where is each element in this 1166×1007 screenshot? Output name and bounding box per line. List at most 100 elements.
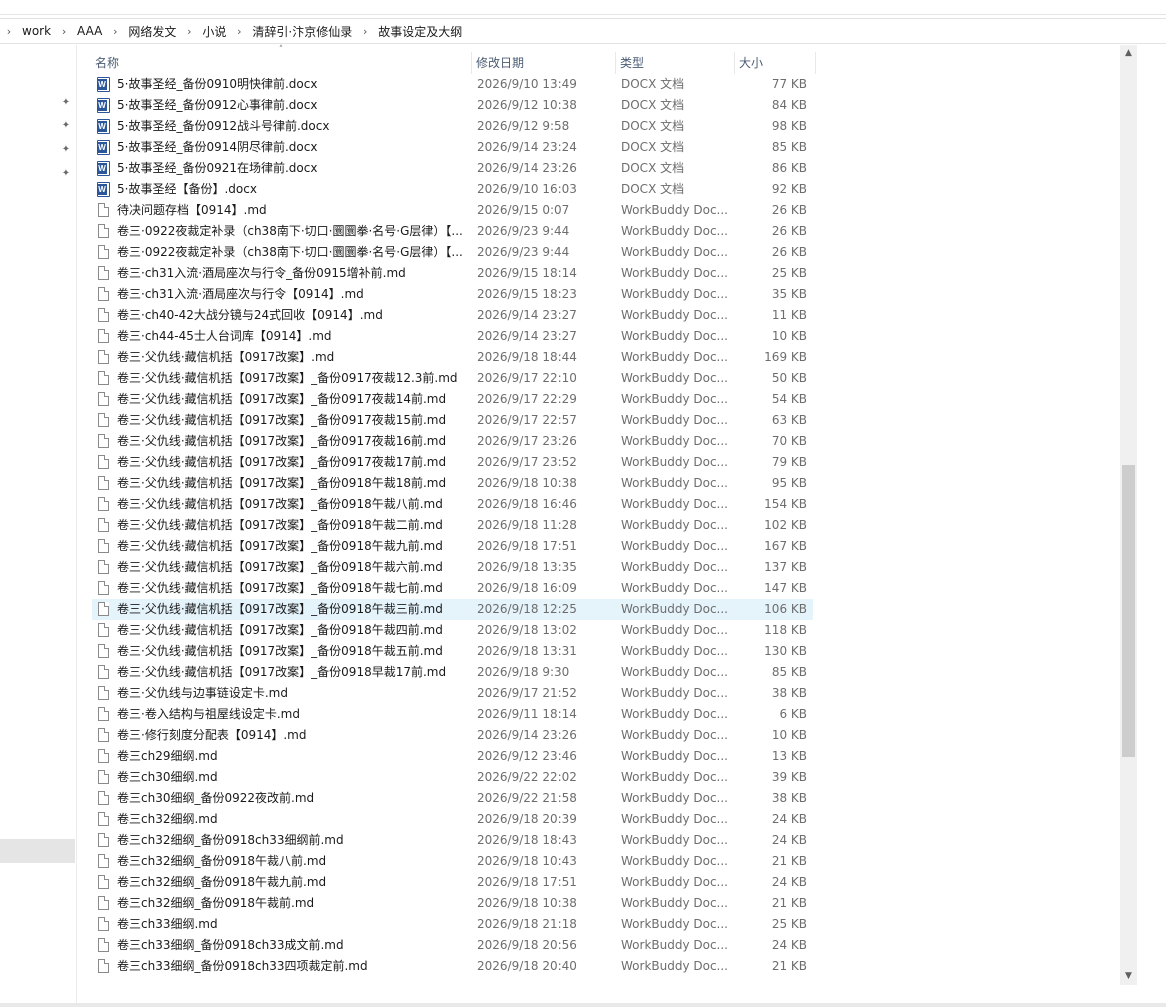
text-document-icon bbox=[97, 809, 112, 830]
file-name: 卷三ch33细纲.md bbox=[117, 917, 218, 931]
file-row[interactable]: 5·故事圣经_备份0914阴尽律前.docx 2026/9/14 23:24 DOC… bbox=[92, 137, 813, 158]
file-row[interactable]: 待决问题存档【0914】.md 2026/9/15 0:07 WorkBuddy D… bbox=[92, 200, 813, 221]
text-document-icon bbox=[97, 410, 112, 431]
file-row[interactable]: 卷三·父仇线·藏信机括【0917改案】_备份0918午裁四前.md 2026/9/… bbox=[92, 620, 813, 641]
file-date: 2026/9/18 17:51 bbox=[477, 875, 577, 889]
text-document-icon bbox=[98, 917, 109, 931]
address-bar[interactable]: › work › AAA › 网络发文 › 小说 › 清辞引·汴京修仙录 › 故事设定及大纲 bbox=[0, 18, 1166, 44]
word-document-icon bbox=[97, 182, 110, 197]
file-name: 卷三ch32细纲.md bbox=[117, 812, 218, 826]
file-row[interactable]: 卷三·父仇线·藏信机括【0917改案】_备份0918午裁九前.md 2026/9/… bbox=[92, 536, 813, 557]
file-row[interactable]: 5·故事圣经_备份0912战斗号律前.docx 2026/9/12 9:58 DOC… bbox=[92, 116, 813, 137]
file-row[interactable]: 卷三·父仇线·藏信机括【0917改案】_备份0918午裁七前.md 2026/9/… bbox=[92, 578, 813, 599]
column-header-size[interactable]: 大小 bbox=[736, 52, 816, 74]
file-date: 2026/9/17 23:52 bbox=[477, 455, 577, 469]
file-row[interactable]: 卷三·父仇线·藏信机括【0917改案】_备份0918午裁六前.md 2026/9/… bbox=[92, 557, 813, 578]
file-date: 2026/9/18 20:40 bbox=[477, 959, 577, 973]
file-row[interactable]: 卷三·0922夜裁定补录（ch38南下·切口·圜圜拳·名号·G层律）【... 20… bbox=[92, 221, 813, 242]
file-row[interactable]: 卷三·父仇线·藏信机括【0917改案】.md 2026/9/18 18:44 Wor… bbox=[92, 347, 813, 368]
file-size: 24 KB bbox=[771, 812, 807, 826]
file-row[interactable]: 5·故事圣经_备份0912心事律前.docx 2026/9/12 10:38 DOC… bbox=[92, 95, 813, 116]
word-document-icon bbox=[97, 98, 110, 113]
file-name: 卷三ch33细纲_备份0918ch33成文前.md bbox=[117, 938, 344, 952]
file-row[interactable]: 卷三·修行刻度分配表【0914】.md 2026/9/14 23:26 WorkBu… bbox=[92, 725, 813, 746]
column-header-name[interactable]: 名称 bbox=[92, 52, 472, 74]
file-row[interactable]: 卷三·父仇线·藏信机括【0917改案】_备份0918早裁17前.md 2026/9… bbox=[92, 662, 813, 683]
chevron-right-icon[interactable]: › bbox=[106, 25, 124, 38]
file-row[interactable]: 5·故事圣经【备份】.docx 2026/9/10 16:03 DOCX 文档 92 … bbox=[92, 179, 813, 200]
file-date: 2026/9/15 0:07 bbox=[477, 203, 570, 217]
file-row[interactable]: 卷三·0922夜裁定补录（ch38南下·切口·圜圜拳·名号·G层律）【... 20… bbox=[92, 242, 813, 263]
file-row[interactable]: 5·故事圣经_备份0910明快律前.docx 2026/9/10 13:49 DOC… bbox=[92, 74, 813, 95]
scroll-up-icon[interactable]: ▲ bbox=[1120, 45, 1137, 62]
file-row[interactable]: 卷三·ch40-42大战分镜与24式回收【0914】.md 2026/9/14 2… bbox=[92, 305, 813, 326]
file-row[interactable]: 卷三ch32细纲_备份0918午裁九前.md 2026/9/18 17:51 Wor… bbox=[92, 872, 813, 893]
breadcrumb-item[interactable]: AAA bbox=[73, 24, 106, 38]
chevron-right-icon[interactable]: › bbox=[55, 25, 73, 38]
text-document-icon bbox=[98, 350, 109, 364]
file-row[interactable]: 卷三ch32细纲_备份0918午裁前.md 2026/9/18 10:38 Work… bbox=[92, 893, 813, 914]
file-date: 2026/9/12 23:46 bbox=[477, 749, 577, 763]
text-document-icon bbox=[97, 578, 112, 599]
column-header-date[interactable]: 修改日期 bbox=[473, 52, 616, 74]
file-row[interactable]: 卷三ch29细纲.md 2026/9/12 23:46 WorkBuddy Doc.… bbox=[92, 746, 813, 767]
word-document-icon bbox=[97, 158, 112, 179]
pin-icon[interactable]: ✦ bbox=[60, 120, 72, 132]
file-row[interactable]: 卷三·父仇线·藏信机括【0917改案】_备份0917夜裁16前.md 2026/9… bbox=[92, 431, 813, 452]
file-name: 5·故事圣经_备份0912战斗号律前.docx bbox=[117, 119, 330, 133]
file-row[interactable]: 卷三ch30细纲.md 2026/9/22 22:02 WorkBuddy Doc.… bbox=[92, 767, 813, 788]
pin-icon[interactable]: ✦ bbox=[60, 144, 72, 156]
file-size: 25 KB bbox=[771, 917, 807, 931]
breadcrumb-item[interactable]: work bbox=[18, 24, 55, 38]
breadcrumb-item[interactable]: 故事设定及大纲 bbox=[374, 23, 466, 40]
vertical-scrollbar[interactable]: ▲ ▼ bbox=[1120, 45, 1137, 985]
file-row[interactable]: 卷三·父仇线·藏信机括【0917改案】_备份0917夜裁14前.md 2026/9… bbox=[92, 389, 813, 410]
file-row[interactable]: 卷三·ch31入流·酒局座次与行令_备份0915增补前.md 2026/9/15 … bbox=[92, 263, 813, 284]
file-date: 2026/9/14 23:26 bbox=[477, 728, 577, 742]
chevron-right-icon[interactable]: › bbox=[180, 25, 198, 38]
chevron-right-icon[interactable]: › bbox=[0, 25, 18, 38]
file-row[interactable]: 卷三ch32细纲.md 2026/9/18 20:39 WorkBuddy Doc.… bbox=[92, 809, 813, 830]
text-document-icon bbox=[97, 641, 112, 662]
file-row[interactable]: 卷三·父仇线·藏信机括【0917改案】_备份0918午裁五前.md 2026/9/… bbox=[92, 641, 813, 662]
file-row[interactable]: 卷三ch32细纲_备份0918午裁八前.md 2026/9/18 10:43 Wor… bbox=[92, 851, 813, 872]
file-row[interactable]: 卷三ch33细纲_备份0918ch33成文前.md 2026/9/18 20:56… bbox=[92, 935, 813, 956]
file-type: WorkBuddy Doc... bbox=[621, 665, 728, 679]
file-row[interactable]: 卷三·父仇线与边事链设定卡.md 2026/9/17 21:52 WorkBuddy… bbox=[92, 683, 813, 704]
file-row[interactable]: 卷三ch30细纲_备份0922夜改前.md 2026/9/22 21:58 Work… bbox=[92, 788, 813, 809]
file-row[interactable]: 卷三ch33细纲.md 2026/9/18 21:18 WorkBuddy Doc.… bbox=[92, 914, 813, 935]
chevron-right-icon[interactable]: › bbox=[356, 25, 374, 38]
file-row[interactable]: 卷三·父仇线·藏信机括【0917改案】_备份0918午裁三前.md 2026/9/… bbox=[92, 599, 813, 620]
column-header-type[interactable]: 类型 bbox=[617, 52, 735, 74]
file-row[interactable]: 卷三·卷入结构与祖屋线设定卡.md 2026/9/11 18:14 WorkBudd… bbox=[92, 704, 813, 725]
file-row[interactable]: 卷三ch32细纲_备份0918ch33细纲前.md 2026/9/18 18:43… bbox=[92, 830, 813, 851]
pin-icon[interactable]: ✦ bbox=[60, 97, 72, 109]
word-document-icon bbox=[97, 137, 112, 158]
file-row[interactable]: 卷三·父仇线·藏信机括【0917改案】_备份0917夜裁12.3前.md 2026… bbox=[92, 368, 813, 389]
file-name: 5·故事圣经_备份0912心事律前.docx bbox=[117, 98, 318, 112]
chevron-right-icon[interactable]: › bbox=[230, 25, 248, 38]
file-type: WorkBuddy Doc... bbox=[621, 728, 728, 742]
file-row[interactable]: 卷三·父仇线·藏信机括【0917改案】_备份0917夜裁15前.md 2026/9… bbox=[92, 410, 813, 431]
breadcrumb-item[interactable]: 清辞引·汴京修仙录 bbox=[248, 23, 356, 40]
file-date: 2026/9/18 18:44 bbox=[477, 350, 577, 364]
file-row[interactable]: 卷三·ch31入流·酒局座次与行令【0914】.md 2026/9/15 18:2… bbox=[92, 284, 813, 305]
pin-icon[interactable]: ✦ bbox=[60, 168, 72, 180]
nav-item-selected[interactable] bbox=[0, 839, 75, 863]
file-row[interactable]: 卷三·父仇线·藏信机括【0917改案】_备份0918午裁八前.md 2026/9/… bbox=[92, 494, 813, 515]
breadcrumb-item[interactable]: 小说 bbox=[198, 23, 230, 40]
file-row[interactable]: 卷三·ch44-45士人台词库【0914】.md 2026/9/14 23:27 W… bbox=[92, 326, 813, 347]
file-row[interactable]: 卷三·父仇线·藏信机括【0917改案】_备份0918午裁二前.md 2026/9/… bbox=[92, 515, 813, 536]
breadcrumb-item[interactable]: 网络发文 bbox=[124, 23, 180, 40]
scroll-down-icon[interactable]: ▼ bbox=[1120, 968, 1137, 985]
file-name: 卷三·父仇线·藏信机括【0917改案】_备份0918午裁六前.md bbox=[117, 560, 443, 574]
file-type: WorkBuddy Doc... bbox=[621, 539, 728, 553]
file-row[interactable]: 卷三ch33细纲_备份0918ch33四项裁定前.md 2026/9/18 20:… bbox=[92, 956, 813, 977]
file-row[interactable]: 卷三·父仇线·藏信机括【0917改案】_备份0917夜裁17前.md 2026/9… bbox=[92, 452, 813, 473]
scrollbar-thumb[interactable] bbox=[1122, 465, 1135, 757]
file-type: WorkBuddy Doc... bbox=[621, 266, 728, 280]
text-document-icon bbox=[98, 854, 109, 868]
file-name: 卷三·ch44-45士人台词库【0914】.md bbox=[117, 329, 332, 343]
file-row[interactable]: 5·故事圣经_备份0921在场律前.docx 2026/9/14 23:26 DOC… bbox=[92, 158, 813, 179]
file-row[interactable]: 卷三·父仇线·藏信机括【0917改案】_备份0918午裁18前.md 2026/9… bbox=[92, 473, 813, 494]
